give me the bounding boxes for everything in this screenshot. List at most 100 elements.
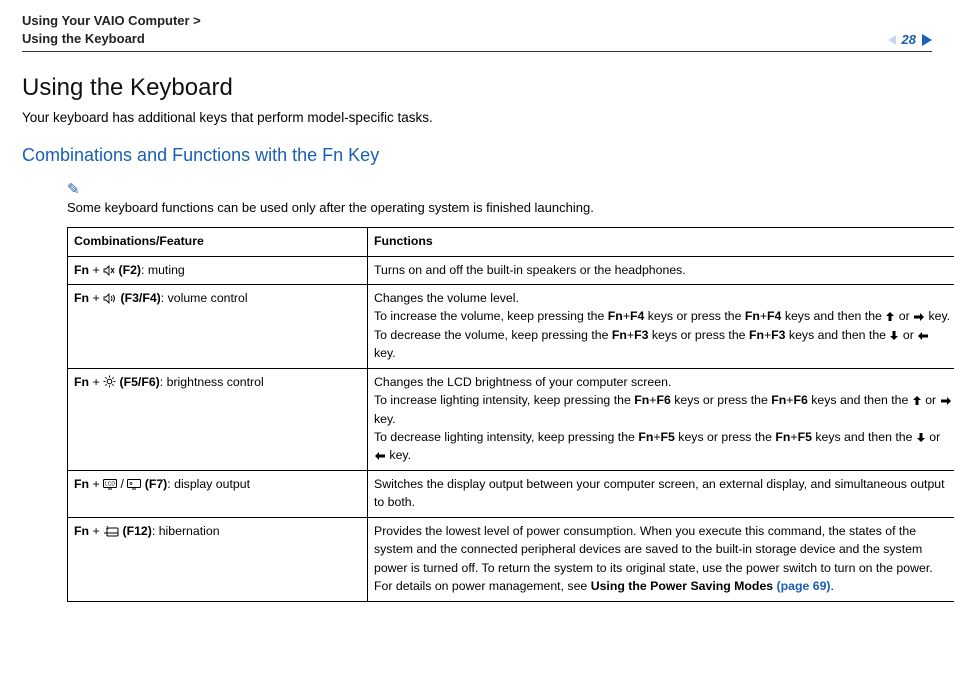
next-page-icon[interactable] (922, 34, 932, 46)
brightness-icon (103, 375, 116, 388)
prev-page-icon[interactable] (888, 35, 896, 45)
func-cell: Provides the lowest level of power consu… (368, 517, 954, 601)
table-row: Fn + (F2): muting Turns on and off the b… (68, 256, 954, 284)
func-text: key. (374, 412, 396, 426)
fn-key: Fn (74, 263, 89, 277)
func-text: To increase the volume, keep pressing th… (374, 309, 608, 323)
func-text: For details on power management, see (374, 579, 591, 593)
func-text: Provides the lowest level of power consu… (374, 524, 933, 575)
func-text: Changes the volume level. (374, 291, 519, 305)
table-row: Fn + (F3/F4): volume control Changes the… (68, 284, 954, 368)
key: Fn (775, 430, 790, 444)
hibernate-icon: z (103, 524, 119, 537)
key-label: (F2) (118, 263, 141, 277)
func-text: keys or press the (648, 328, 748, 342)
svg-text:LCD: LCD (105, 481, 115, 487)
key: F4 (630, 309, 644, 323)
arrow-left-icon (917, 331, 929, 341)
combo-cell: Fn + z (F12): hibernation (68, 517, 368, 601)
key: F4 (767, 309, 781, 323)
func-text: keys and then the (812, 430, 916, 444)
arrow-right-icon (940, 396, 952, 406)
note-text: Some keyboard functions can be used only… (67, 200, 594, 215)
intro-text: Your keyboard has additional keys that p… (22, 110, 932, 125)
func-text: key. (929, 309, 951, 323)
page-title: Using the Keyboard (22, 74, 932, 102)
th-func: Functions (368, 228, 954, 256)
fn-key: Fn (74, 524, 89, 538)
plus: + (790, 430, 797, 444)
func-text: . (831, 579, 834, 593)
key-label: (F5/F6) (119, 375, 159, 389)
breadcrumb-line2: Using the Keyboard (22, 31, 145, 46)
func-text: keys or press the (671, 393, 771, 407)
func-text: or (925, 393, 939, 407)
func-cell: Turns on and off the built-in speakers o… (368, 256, 954, 284)
arrow-up-icon (885, 311, 895, 322)
key-label: (F7) (145, 477, 168, 491)
key: F6 (793, 393, 807, 407)
th-combo: Combinations/Feature (68, 228, 368, 256)
key: Fn (749, 328, 764, 342)
table-header-row: Combinations/Feature Functions (68, 228, 954, 256)
fn-key: Fn (74, 375, 89, 389)
func-text: keys and then the (781, 309, 885, 323)
volume-icon (103, 293, 117, 304)
table-row: Fn + (F5/F6): brightness control Changes… (68, 368, 954, 470)
arrow-right-icon (913, 312, 925, 322)
arrow-left-icon (374, 451, 386, 461)
feature-label: : volume control (161, 291, 248, 305)
fn-table: Combinations/Feature Functions Fn + (F2)… (67, 227, 954, 601)
note-icon: ✎ (67, 180, 80, 198)
key: Fn (608, 309, 623, 323)
key: F6 (656, 393, 670, 407)
arrow-down-icon (889, 330, 899, 341)
feature-label: : brightness control (160, 375, 264, 389)
key: F5 (798, 430, 812, 444)
func-text: or (899, 309, 913, 323)
feature-label: : hibernation (152, 524, 220, 538)
key-label: (F3/F4) (120, 291, 160, 305)
table-row: Fn + LCD / (F7): display output Switches… (68, 470, 954, 517)
lcd-icon: LCD (103, 479, 117, 490)
func-text: Changes the LCD brightness of your compu… (374, 375, 671, 389)
func-text: keys and then the (786, 328, 890, 342)
key: Fn (638, 430, 653, 444)
combo-cell: Fn + (F3/F4): volume control (68, 284, 368, 368)
func-text: To decrease the volume, keep pressing th… (374, 328, 612, 342)
func-text: keys or press the (644, 309, 744, 323)
breadcrumb-line1: Using Your VAIO Computer > (22, 13, 201, 28)
table-row: Fn + z (F12): hibernation Provides the l… (68, 517, 954, 601)
mute-icon (103, 265, 115, 276)
func-text: keys or press the (675, 430, 775, 444)
arrow-up-icon (912, 395, 922, 406)
plus: + (653, 430, 660, 444)
func-cell: Changes the volume level. To increase th… (368, 284, 954, 368)
func-text: key. (389, 448, 411, 462)
combo-cell: Fn + (F2): muting (68, 256, 368, 284)
func-text: To decrease lighting intensity, keep pre… (374, 430, 638, 444)
func-text: keys and then the (808, 393, 912, 407)
plus: + (623, 309, 630, 323)
combo-cell: Fn + (F5/F6): brightness control (68, 368, 368, 470)
note: ✎ Some keyboard functions can be used on… (67, 180, 932, 215)
func-cell: Switches the display output between your… (368, 470, 954, 517)
key: Fn (771, 393, 786, 407)
func-text: or (929, 430, 940, 444)
page-link[interactable]: (page 69) (777, 579, 831, 593)
plus: + (760, 309, 767, 323)
key-label: (F12) (122, 524, 151, 538)
func-text: or (903, 328, 917, 342)
arrow-down-icon (916, 432, 926, 443)
key: Fn (634, 393, 649, 407)
key: F3 (634, 328, 648, 342)
key: F5 (661, 430, 675, 444)
feature-label: : display output (167, 477, 250, 491)
page-header: Using Your VAIO Computer > Using the Key… (22, 12, 932, 52)
breadcrumb: Using Your VAIO Computer > Using the Key… (22, 12, 201, 47)
fn-key: Fn (74, 291, 89, 305)
feature-label: : muting (141, 263, 185, 277)
page-nav: 28 (888, 32, 932, 47)
page-number: 28 (902, 32, 916, 47)
func-cell: Changes the LCD brightness of your compu… (368, 368, 954, 470)
